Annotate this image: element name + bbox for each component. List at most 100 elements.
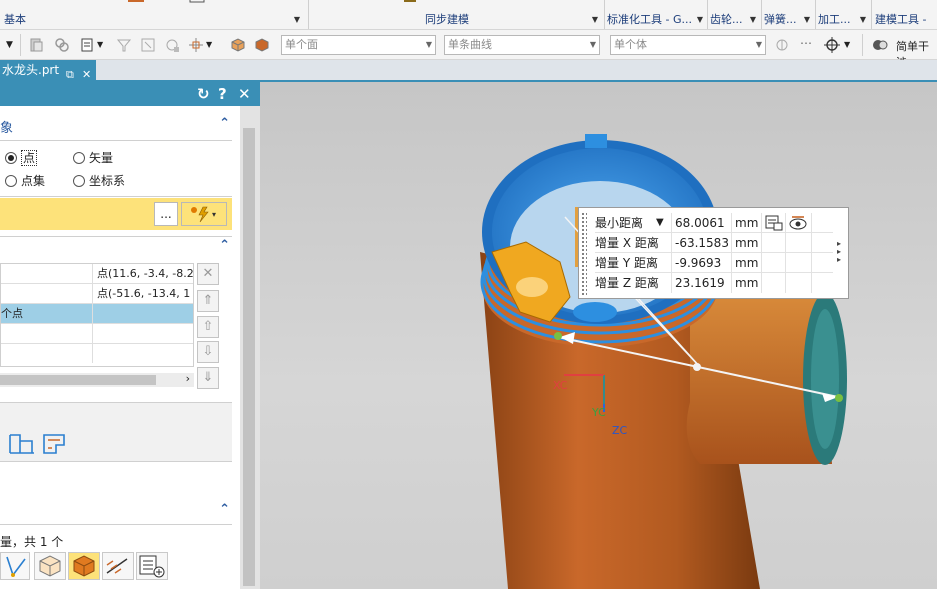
screen-distance-icon[interactable] <box>42 431 70 455</box>
box-icon[interactable] <box>230 37 246 53</box>
chevron-down-icon[interactable]: ▼ <box>656 213 664 233</box>
dimension-button[interactable] <box>102 552 134 580</box>
ribbon-group-gear[interactable]: 齿轮... ▼ <box>710 12 760 28</box>
chevron-right-icon[interactable]: › <box>186 372 190 385</box>
show-solid-button[interactable] <box>68 552 100 580</box>
radio-indicator <box>5 152 17 164</box>
vector-button[interactable] <box>0 552 30 580</box>
clipped-ribbon-icons <box>128 0 205 3</box>
graphics-viewport[interactable]: XC YC ZC <box>260 82 937 589</box>
curve-filter-select[interactable]: 单条曲线 ▼ <box>444 35 600 55</box>
expand-popup-icon[interactable]: ▸ ▸ ▸ <box>837 240 841 264</box>
chevron-up-icon[interactable]: ⌃ <box>219 238 230 253</box>
select-feature-icon[interactable] <box>140 37 156 53</box>
section-header-object[interactable]: 象 ⌃ <box>0 116 232 136</box>
chevron-down-icon[interactable]: ▼ <box>206 37 222 53</box>
document-tab-strip: 水龙头.prt ⧉ ✕ <box>0 60 937 82</box>
box-solid-icon[interactable] <box>254 37 270 53</box>
result-count-text: 量，共 1 个 <box>0 535 64 549</box>
list-item[interactable] <box>1 324 193 344</box>
inferred-point-button[interactable]: ▾ <box>181 202 227 226</box>
ribbon-group-basic[interactable]: 基本 ▼ <box>4 12 304 28</box>
move-up-button[interactable]: ⇧ <box>197 316 219 338</box>
scrollbar-thumb[interactable] <box>243 128 255 586</box>
divider <box>0 196 232 197</box>
snap-point-icon[interactable] <box>188 37 204 53</box>
filter-list-icon[interactable] <box>80 37 96 53</box>
group-dropdown-icon[interactable]: ▼ <box>697 12 703 28</box>
group-dropdown-icon[interactable]: ▼ <box>860 12 866 28</box>
chevron-down-icon[interactable]: ▼ <box>844 37 860 53</box>
group-dropdown-icon[interactable]: ▼ <box>294 12 300 28</box>
ribbon-group-standard-tools[interactable]: 标准化工具 - G... ▼ <box>607 12 707 28</box>
chevron-down-icon[interactable]: ▼ <box>97 37 113 53</box>
close-icon[interactable]: ✕ <box>238 85 251 103</box>
radio-point[interactable]: 点 <box>5 150 38 166</box>
select-sync-icon[interactable] <box>774 37 790 53</box>
group-dropdown-icon[interactable]: ▼ <box>592 12 598 28</box>
more-icon[interactable]: ⋯ <box>800 37 816 53</box>
group-dropdown-icon[interactable]: ▼ <box>804 12 810 28</box>
ribbon-group-spring[interactable]: 弹簧... ▼ <box>764 12 814 28</box>
link-icon[interactable] <box>54 37 70 53</box>
radio-csys[interactable]: 坐标系 <box>73 174 125 188</box>
info-window-icon[interactable] <box>765 215 783 231</box>
filter-icon[interactable] <box>116 37 132 53</box>
scrollbar-thumb[interactable] <box>0 375 156 385</box>
radio-indicator <box>73 152 85 164</box>
remove-button[interactable]: ✕ <box>197 263 219 285</box>
point-dialog-button[interactable]: ... <box>154 202 178 226</box>
divider <box>0 236 232 237</box>
svg-text:▾: ▾ <box>212 210 216 219</box>
radio-vector[interactable]: 矢量 <box>73 151 113 165</box>
help-icon[interactable]: ? <box>218 85 227 103</box>
list-horizontal-scrollbar[interactable]: › <box>0 372 194 387</box>
chevron-up-icon[interactable]: ⌃ <box>219 116 230 131</box>
move-to-bottom-button[interactable]: ⇓ <box>197 367 219 389</box>
section-header-results[interactable]: ⌃ <box>0 502 232 522</box>
divider <box>20 34 21 56</box>
face-filter-select[interactable]: 单个面 ▼ <box>281 35 436 55</box>
divider <box>604 0 605 29</box>
show-box-button[interactable] <box>34 552 66 580</box>
show-hide-icon[interactable] <box>788 215 808 231</box>
measure-row-delta-z: 增量 Z 距离 23.1619 mm <box>595 273 833 293</box>
list-item-selected[interactable]: 个点 <box>1 304 193 324</box>
crosshair-icon[interactable] <box>824 37 840 53</box>
section-header-list[interactable]: ⌃ <box>0 238 232 256</box>
dialog-vertical-scrollbar[interactable] <box>240 106 260 589</box>
radio-indicator <box>73 175 85 187</box>
chevron-down-icon: ▼ <box>589 40 596 49</box>
ribbon-group-sync-modeling[interactable]: 同步建模 ▼ <box>312 12 602 28</box>
list-item[interactable]: 点(-51.6, -13.4, 1 <box>1 284 193 304</box>
body-filter-select[interactable]: 单个体 ▼ <box>610 35 766 55</box>
measure-row-delta-x: 增量 X 距离 -63.1583 mm <box>595 233 833 253</box>
faucet-model[interactable] <box>260 82 937 589</box>
tab-file[interactable]: 水龙头.prt ⧉ ✕ <box>0 60 96 82</box>
paste-icon[interactable] <box>28 37 44 53</box>
projection-icon[interactable] <box>8 431 36 455</box>
ribbon-group-machining[interactable]: 加工... ▼ <box>818 12 870 28</box>
select-body-icon[interactable] <box>164 37 180 53</box>
chevron-down-icon: ▼ <box>425 40 432 49</box>
chevron-up-icon[interactable]: ⌃ <box>219 502 230 517</box>
ribbon-group-modeling-tools[interactable]: 建模工具 - G <box>875 12 937 42</box>
dialog-body: 象 ⌃ 点 矢量 点集 坐标系 ... ▾ ⌃ 点(11.6, -3.4, -8… <box>0 106 240 589</box>
drag-handle[interactable] <box>581 212 587 296</box>
dimension-icon <box>106 558 128 574</box>
move-down-button[interactable]: ⇩ <box>197 341 219 363</box>
interference-icon[interactable] <box>872 37 888 53</box>
vector-icon <box>6 556 26 577</box>
list-item[interactable] <box>1 344 193 364</box>
info-list-button[interactable] <box>136 552 168 580</box>
measure-result-popup[interactable]: 最小距离 ▼ 68.0061 mm 增量 X 距离 -63.1583 mm 增量… <box>578 207 849 299</box>
reset-icon[interactable]: ↻ <box>197 85 210 103</box>
divider <box>0 524 232 525</box>
select-object-row[interactable]: ... ▾ <box>0 198 232 230</box>
list-item[interactable]: 点(11.6, -3.4, -8.2 <box>1 264 193 284</box>
move-to-top-button[interactable]: ⇑ <box>197 290 219 312</box>
group-dropdown-icon[interactable]: ▼ <box>750 12 756 28</box>
point-list[interactable]: 点(11.6, -3.4, -8.2 点(-51.6, -13.4, 1 个点 <box>0 263 194 367</box>
radio-point-set[interactable]: 点集 <box>5 174 45 188</box>
axis-label-zc: ZC <box>612 424 628 437</box>
